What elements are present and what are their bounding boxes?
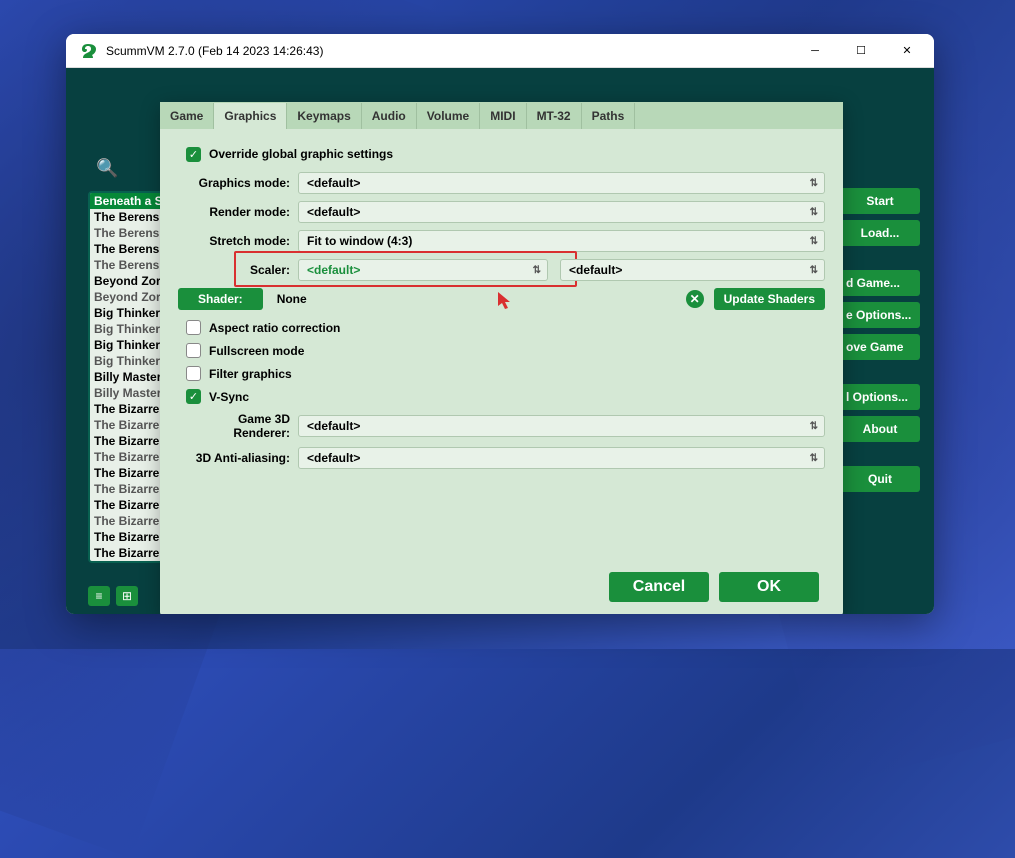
aspect-ratio-checkbox[interactable] <box>186 320 201 335</box>
start-button[interactable]: Start <box>840 188 920 214</box>
cancel-button[interactable]: Cancel <box>609 572 709 602</box>
load-button[interactable]: Load... <box>840 220 920 246</box>
scaler-label: Scaler: <box>178 263 298 277</box>
aa-label: 3D Anti-aliasing: <box>178 451 298 465</box>
title-bar: ScummVM 2.7.0 (Feb 14 2023 14:26:43) ─ ☐… <box>66 34 934 68</box>
render-mode-label: Render mode: <box>178 205 298 219</box>
tab-bar: GameGraphicsKeymapsAudioVolumeMIDIMT-32P… <box>160 102 843 129</box>
game-options-button[interactable]: e Options... <box>840 302 920 328</box>
about-button[interactable]: About <box>840 416 920 442</box>
global-options-button[interactable]: l Options... <box>840 384 920 410</box>
filter-checkbox[interactable] <box>186 366 201 381</box>
shader-value: None <box>277 292 686 306</box>
aa-select[interactable]: <default> <box>298 447 825 469</box>
view-toggles: ≡ ⊞ <box>88 586 138 606</box>
graphics-mode-label: Graphics mode: <box>178 176 298 190</box>
ok-button[interactable]: OK <box>719 572 819 602</box>
search-area: 🔍 <box>96 158 156 178</box>
tab-game[interactable]: Game <box>160 103 214 129</box>
aspect-ratio-label: Aspect ratio correction <box>209 321 340 335</box>
search-icon: 🔍 <box>96 158 118 178</box>
settings-dialog: GameGraphicsKeymapsAudioVolumeMIDIMT-32P… <box>160 102 843 614</box>
render-mode-select[interactable]: <default> <box>298 201 825 223</box>
game-3d-select[interactable]: <default> <box>298 415 825 437</box>
scaler-select[interactable]: <default> <box>298 259 548 281</box>
maximize-button[interactable]: ☐ <box>838 35 884 67</box>
stretch-mode-select[interactable]: Fit to window (4:3) <box>298 230 825 252</box>
app-body: 🔍 Beneath a SThe BerensThe BerensThe Ber… <box>66 68 934 614</box>
graphics-mode-select[interactable]: <default> <box>298 172 825 194</box>
window-controls: ─ ☐ ✕ <box>792 35 930 67</box>
fullscreen-checkbox[interactable] <box>186 343 201 358</box>
list-view-icon[interactable]: ≡ <box>88 586 110 606</box>
quit-button[interactable]: Quit <box>840 466 920 492</box>
grid-view-icon[interactable]: ⊞ <box>116 586 138 606</box>
side-buttons: Start Load... d Game... e Options... ove… <box>840 188 920 498</box>
tab-mt-32[interactable]: MT-32 <box>527 103 582 129</box>
close-button[interactable]: ✕ <box>884 35 930 67</box>
game-3d-label: Game 3D Renderer: <box>178 412 298 440</box>
override-checkbox[interactable]: ✓ <box>186 147 201 162</box>
fullscreen-label: Fullscreen mode <box>209 344 304 358</box>
clear-shader-icon[interactable]: ✕ <box>686 290 704 308</box>
minimize-button[interactable]: ─ <box>792 35 838 67</box>
remove-game-button[interactable]: ove Game <box>840 334 920 360</box>
tab-audio[interactable]: Audio <box>362 103 417 129</box>
override-label: Override global graphic settings <box>209 147 393 161</box>
tab-volume[interactable]: Volume <box>417 103 480 129</box>
stretch-mode-label: Stretch mode: <box>178 234 298 248</box>
app-icon <box>78 41 98 61</box>
dialog-footer: Cancel OK <box>609 572 819 602</box>
scaler-factor-select[interactable]: <default> <box>560 259 825 281</box>
tab-keymaps[interactable]: Keymaps <box>287 103 361 129</box>
app-window: ScummVM 2.7.0 (Feb 14 2023 14:26:43) ─ ☐… <box>66 34 934 614</box>
add-game-button[interactable]: d Game... <box>840 270 920 296</box>
shader-button[interactable]: Shader: <box>178 288 263 310</box>
tab-midi[interactable]: MIDI <box>480 103 526 129</box>
tab-graphics[interactable]: Graphics <box>214 103 287 129</box>
dialog-body: ✓ Override global graphic settings Graph… <box>160 129 843 490</box>
vsync-checkbox[interactable]: ✓ <box>186 389 201 404</box>
vsync-label: V-Sync <box>209 390 249 404</box>
filter-label: Filter graphics <box>209 367 292 381</box>
update-shaders-button[interactable]: Update Shaders <box>714 288 825 310</box>
tab-paths[interactable]: Paths <box>582 103 636 129</box>
window-title: ScummVM 2.7.0 (Feb 14 2023 14:26:43) <box>106 44 792 58</box>
